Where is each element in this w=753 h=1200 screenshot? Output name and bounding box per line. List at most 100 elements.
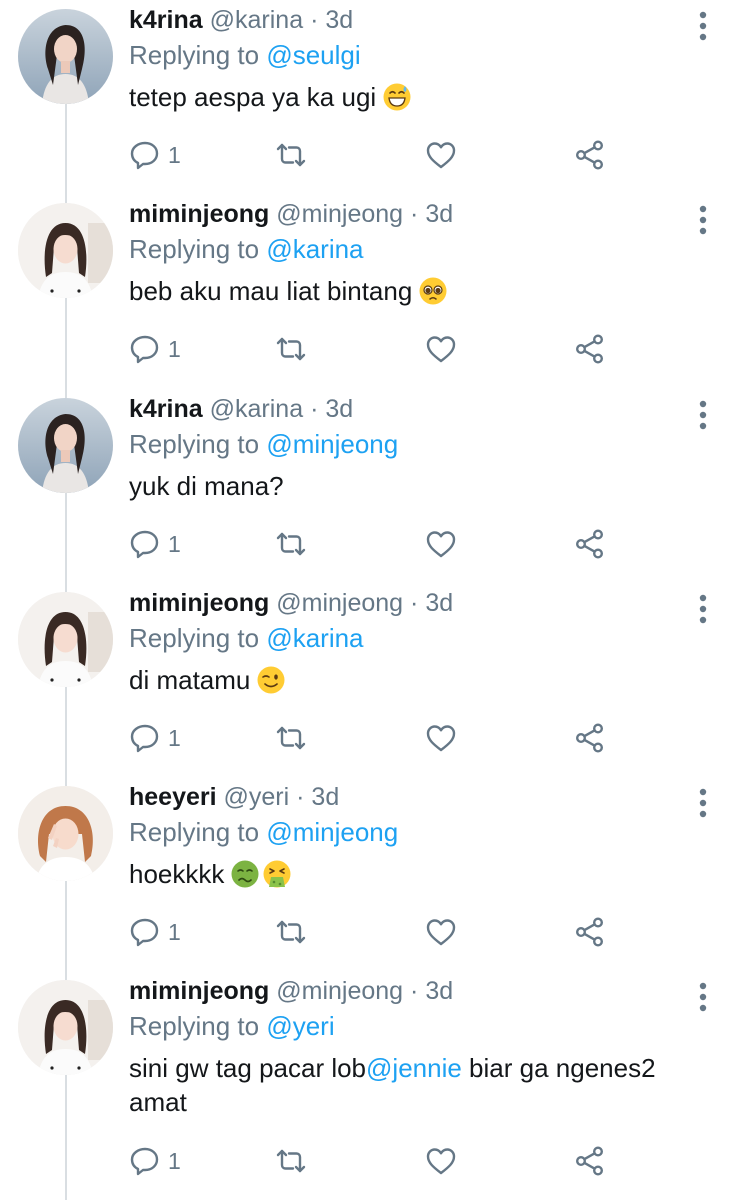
- handle[interactable]: @minjeong: [276, 977, 403, 1005]
- timestamp[interactable]: 3d: [425, 200, 453, 228]
- replying-to-label: Replying to: [129, 429, 267, 459]
- display-name[interactable]: k4rina: [129, 395, 203, 423]
- more-options-icon[interactable]: [692, 785, 714, 821]
- like-button[interactable]: [424, 329, 458, 369]
- share-button[interactable]: [573, 135, 607, 175]
- reply-mention-link[interactable]: @minjeong: [266, 429, 398, 459]
- like-button[interactable]: [424, 718, 458, 758]
- more-options-icon[interactable]: [692, 397, 714, 433]
- heart-icon: [424, 915, 458, 949]
- retweet-icon: [274, 332, 308, 366]
- reply-icon: [128, 527, 162, 561]
- share-icon: [573, 1144, 607, 1178]
- like-button[interactable]: [424, 135, 458, 175]
- replying-to: Replying to @karina: [129, 232, 364, 266]
- reply-mention-link[interactable]: @karina: [266, 234, 363, 264]
- tweet-header: heeyeri @yeri · 3d: [129, 781, 339, 813]
- separator-dot: ·: [410, 200, 419, 228]
- reply-mention-link[interactable]: @seulgi: [266, 40, 360, 70]
- tweet-text: sini gw tag pacar lob@jennie biar ga nge…: [129, 1051, 719, 1119]
- share-button[interactable]: [573, 718, 607, 758]
- replying-to-label: Replying to: [129, 1011, 267, 1041]
- yeri-avatar[interactable]: [18, 786, 113, 881]
- more-options-icon[interactable]: [692, 8, 714, 44]
- retweet-icon: [274, 138, 308, 172]
- retweet-button[interactable]: [274, 329, 308, 369]
- timestamp[interactable]: 3d: [425, 977, 453, 1005]
- more-options-icon[interactable]: [692, 591, 714, 627]
- like-button[interactable]: [424, 912, 458, 952]
- display-name[interactable]: miminjeong: [129, 200, 269, 228]
- heart-icon: [424, 721, 458, 755]
- reply-mention-link[interactable]: @yeri: [266, 1011, 334, 1041]
- reply-button[interactable]: 1: [128, 718, 181, 758]
- share-button[interactable]: [573, 524, 607, 564]
- replying-to-label: Replying to: [129, 234, 267, 264]
- action-bar: 1: [128, 524, 628, 564]
- retweet-button[interactable]: [274, 524, 308, 564]
- share-button[interactable]: [573, 1141, 607, 1181]
- replying-to-label: Replying to: [129, 40, 267, 70]
- retweet-button[interactable]: [274, 718, 308, 758]
- display-name[interactable]: k4rina: [129, 6, 203, 34]
- karina-avatar[interactable]: [18, 398, 113, 493]
- like-button[interactable]: [424, 1141, 458, 1181]
- timestamp[interactable]: 3d: [311, 783, 339, 811]
- tweet-header: k4rina @karina · 3d: [129, 4, 353, 36]
- heart-icon: [424, 527, 458, 561]
- action-bar: 1: [128, 912, 628, 952]
- more-options-icon[interactable]: [692, 979, 714, 1015]
- display-name[interactable]: heeyeri: [129, 783, 217, 811]
- replying-to: Replying to @minjeong: [129, 815, 398, 849]
- reply-count: 1: [168, 141, 181, 168]
- display-name[interactable]: miminjeong: [129, 589, 269, 617]
- tweet-text-content: hoekkkk: [129, 859, 225, 889]
- display-name[interactable]: miminjeong: [129, 977, 269, 1005]
- reply-button[interactable]: 1: [128, 1141, 181, 1181]
- share-button[interactable]: [573, 329, 607, 369]
- nauseated-face-emoji: [230, 859, 260, 889]
- share-button[interactable]: [573, 912, 607, 952]
- tweet-text-content: di matamu: [129, 665, 251, 695]
- reply-button[interactable]: 1: [128, 524, 181, 564]
- pleading-face-emoji: [418, 276, 448, 306]
- replying-to-label: Replying to: [129, 817, 267, 847]
- reply-button[interactable]: 1: [128, 135, 181, 175]
- handle[interactable]: @yeri: [224, 783, 290, 811]
- reply-button[interactable]: 1: [128, 912, 181, 952]
- retweet-icon: [274, 527, 308, 561]
- minjeong-avatar[interactable]: [18, 203, 113, 298]
- handle[interactable]: @minjeong: [276, 589, 403, 617]
- retweet-icon: [274, 915, 308, 949]
- minjeong-avatar[interactable]: [18, 980, 113, 1075]
- tweet-header: miminjeong @minjeong · 3d: [129, 198, 453, 230]
- timestamp[interactable]: 3d: [325, 6, 353, 34]
- timestamp[interactable]: 3d: [325, 395, 353, 423]
- tweet-text-content: tetep aespa ya ka ugi: [129, 82, 377, 112]
- share-icon: [573, 138, 607, 172]
- like-button[interactable]: [424, 524, 458, 564]
- reply-count: 1: [168, 530, 181, 557]
- handle[interactable]: @karina: [210, 6, 303, 34]
- karina-avatar[interactable]: [18, 9, 113, 104]
- reply-mention-link[interactable]: @karina: [266, 623, 363, 653]
- tweet-text: di matamu: [129, 663, 719, 697]
- handle[interactable]: @minjeong: [276, 200, 403, 228]
- handle[interactable]: @karina: [210, 395, 303, 423]
- tweet-mention-link[interactable]: @jennie: [366, 1053, 462, 1083]
- retweet-button[interactable]: [274, 1141, 308, 1181]
- reply-mention-link[interactable]: @minjeong: [266, 817, 398, 847]
- share-icon: [573, 915, 607, 949]
- timestamp[interactable]: 3d: [425, 589, 453, 617]
- separator-dot: ·: [310, 395, 319, 423]
- replying-to: Replying to @karina: [129, 621, 364, 655]
- tweet-text-content: yuk di mana?: [129, 471, 284, 501]
- retweet-button[interactable]: [274, 135, 308, 175]
- minjeong-avatar[interactable]: [18, 592, 113, 687]
- more-options-icon[interactable]: [692, 202, 714, 238]
- reply-button[interactable]: 1: [128, 329, 181, 369]
- reply-count: 1: [168, 918, 181, 945]
- replying-to-label: Replying to: [129, 623, 267, 653]
- replying-to: Replying to @yeri: [129, 1009, 335, 1043]
- retweet-button[interactable]: [274, 912, 308, 952]
